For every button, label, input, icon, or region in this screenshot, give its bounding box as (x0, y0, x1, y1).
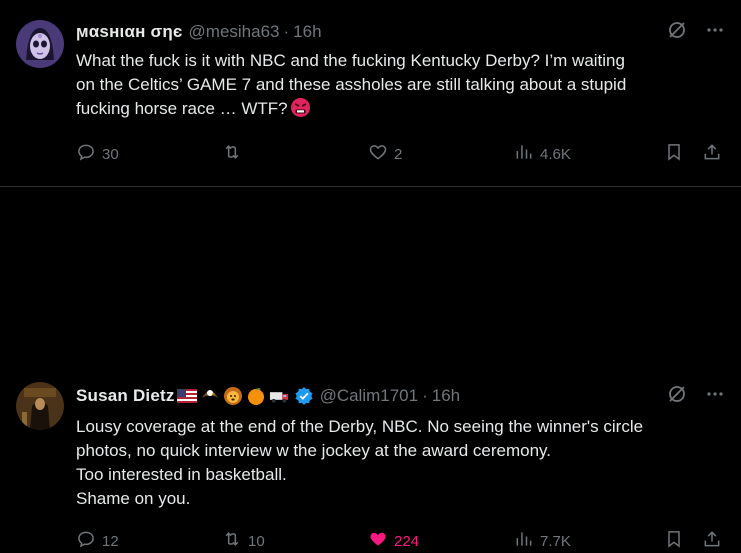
tweet[interactable]: Susan Dietz @Calim1701 · 16h Lousy cover… (0, 187, 741, 550)
avatar[interactable] (16, 20, 64, 68)
tweet-text-line: photos, no quick interview w the jockey … (76, 441, 551, 460)
retweet-count: 10 (248, 532, 265, 550)
reply-button[interactable]: 30 (76, 142, 119, 166)
author-handle[interactable]: @mesiha63 (189, 22, 280, 42)
share-icon (702, 529, 722, 553)
bookmark-icon (664, 142, 684, 166)
author-name[interactable]: Susan Dietz (76, 386, 175, 406)
reply-icon (76, 529, 96, 553)
retweet-button[interactable]: 10 (222, 529, 265, 553)
angry-face-emoji-icon (290, 97, 311, 118)
separator-dot: · (422, 386, 428, 405)
retweet-icon (222, 529, 242, 553)
tweet-header: Susan Dietz @Calim1701 · 16h (76, 384, 725, 408)
author-name[interactable]: ϻαѕнιαн σηє (76, 22, 183, 42)
like-count: 224 (394, 532, 420, 550)
analytics-icon (514, 529, 534, 553)
bookmark-icon (664, 529, 684, 553)
share-button[interactable] (702, 529, 722, 553)
reply-count: 12 (102, 532, 119, 550)
like-button[interactable]: 224 (368, 529, 419, 553)
like-button[interactable]: 2 (368, 142, 402, 166)
author-handle[interactable]: @Calim1701 (320, 386, 419, 406)
truck-icon (269, 386, 290, 407)
reply-button[interactable]: 12 (76, 529, 119, 553)
tweet-text-line-end: fucking horse race … WTF? (76, 99, 288, 118)
views-button[interactable]: 7.7K (514, 529, 571, 553)
more-options-icon[interactable] (705, 384, 725, 409)
tweet-text: What the fuck is it with NBC and the fuc… (76, 49, 716, 121)
reply-icon (76, 142, 96, 166)
bookmark-button[interactable] (664, 529, 684, 553)
grok-icon[interactable] (667, 384, 687, 409)
separator-dot: · (283, 22, 290, 41)
tweet-text: Lousy coverage at the end of the Derby, … (76, 415, 716, 511)
tweet-text-line: on the Celtics’ GAME 7 and these asshole… (76, 75, 627, 94)
us-flag-icon (177, 386, 198, 407)
eagle-icon (200, 386, 221, 407)
view-count: 4.6K (540, 145, 571, 163)
heart-icon (368, 142, 388, 166)
reply-count: 30 (102, 145, 119, 163)
heart-filled-icon (368, 529, 388, 553)
like-count: 2 (394, 145, 403, 163)
tweet[interactable]: ϻαѕнιαн σηє @mesiha63 · 16h What the fuc… (0, 0, 741, 187)
more-options-icon[interactable] (705, 20, 725, 45)
retweet-button[interactable] (222, 142, 248, 166)
orange-icon (246, 386, 267, 407)
tweet-text-line: Shame on you. (76, 489, 191, 508)
analytics-icon (514, 142, 534, 166)
tweet-text-line: What the fuck is it with NBC and the fuc… (76, 51, 625, 70)
verified-badge-icon[interactable] (294, 386, 314, 406)
view-count: 7.7K (540, 532, 571, 550)
grok-icon[interactable] (667, 20, 687, 45)
tweet-text-line: Too interested in basketball. (76, 465, 287, 484)
bookmark-button[interactable] (664, 142, 684, 166)
views-button[interactable]: 4.6K (514, 142, 571, 166)
tweet-header: ϻαѕнιαн σηє @mesiha63 · 16h (76, 20, 725, 44)
tweet-text-line: fucking horse race … WTF? (76, 97, 716, 121)
retweet-icon (222, 142, 242, 166)
share-button[interactable] (702, 142, 722, 166)
avatar[interactable] (16, 382, 64, 430)
timestamp[interactable]: 16h (432, 386, 460, 406)
tweet-text-line: Lousy coverage at the end of the Derby, … (76, 417, 644, 436)
share-icon (702, 142, 722, 166)
tweet-feed: ϻαѕнιαн σηє @mesiha63 · 16h What the fuc… (0, 0, 741, 550)
lion-icon (223, 386, 244, 407)
tweet-actions: 12 10 224 7.7K (76, 529, 726, 550)
tweet-actions: 30 2 4.6K (76, 142, 726, 163)
timestamp[interactable]: 16h (293, 22, 321, 42)
